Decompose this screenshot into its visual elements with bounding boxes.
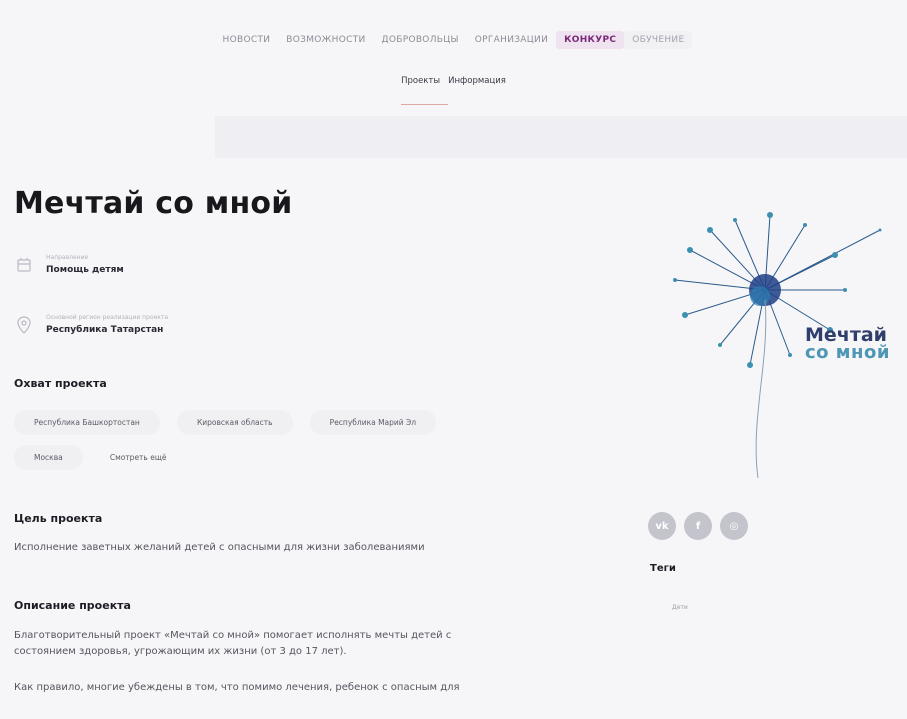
sub-navigation: Проекты Информация <box>0 76 907 105</box>
nav-item-news[interactable]: НОВОСТИ <box>215 31 279 49</box>
category-label: Направление <box>46 254 89 261</box>
nav-item-organizations[interactable]: ОРГАНИЗАЦИИ <box>467 31 556 49</box>
nav-item-education[interactable]: ОБУЧЕНИЕ <box>624 31 693 49</box>
description-line: Благотворительный проект «Мечтай со мной… <box>14 630 452 641</box>
social-links: vk f ◎ <box>648 512 748 540</box>
tag-item[interactable]: Дети <box>672 604 688 611</box>
nav-item-contest[interactable]: КОНКУРС <box>556 31 625 49</box>
description-paragraph-1: Благотворительный проект «Мечтай со мной… <box>14 628 614 660</box>
category-icon <box>14 254 34 276</box>
goal-text: Исполнение заветных желаний детей с опас… <box>14 542 425 553</box>
coverage-chip[interactable]: Республика Башкортостан <box>14 410 160 435</box>
coverage-chip[interactable]: Кировская область <box>176 410 293 435</box>
show-more-link[interactable]: Смотреть ещё <box>100 445 187 470</box>
location-pin-icon <box>14 314 34 336</box>
nav-item-volunteers[interactable]: ДОБРОВОЛЬЦЫ <box>374 31 467 49</box>
description-paragraph-2: Как правило, многие убеждены в том, что … <box>14 682 460 693</box>
facebook-icon[interactable]: f <box>684 512 712 540</box>
region-label: Основной регион реализации проекта <box>46 314 169 321</box>
nav-item-opportunities[interactable]: ВОЗМОЖНОСТИ <box>278 31 373 49</box>
logo-line-2: со мной <box>805 342 890 363</box>
tab-information[interactable]: Информация <box>448 76 506 86</box>
coverage-chip[interactable]: Республика Марий Эл <box>309 410 437 435</box>
coverage-chip[interactable]: Москва <box>14 445 83 470</box>
logo-wordmark: Мечтай со мной <box>805 326 890 362</box>
banner-strip <box>215 116 907 158</box>
goal-heading: Цель проекта <box>14 512 103 525</box>
vk-icon[interactable]: vk <box>648 512 676 540</box>
page-title: Мечтай со мной <box>14 186 293 221</box>
instagram-icon[interactable]: ◎ <box>720 512 748 540</box>
category-value: Помощь детям <box>46 265 124 275</box>
top-navigation: НОВОСТИ ВОЗМОЖНОСТИ ДОБРОВОЛЬЦЫ ОРГАНИЗА… <box>0 28 907 52</box>
tab-projects[interactable]: Проекты <box>401 76 449 105</box>
description-line: состоянием здоровья, угрожающим их жизни… <box>14 646 347 657</box>
coverage-chips: Республика Башкортостан Кировская област… <box>14 410 554 480</box>
coverage-heading: Охват проекта <box>14 377 107 390</box>
tags-heading: Теги <box>650 563 676 574</box>
project-region: Основной регион реализации проекта Респу… <box>14 314 168 336</box>
region-value: Республика Татарстан <box>46 325 164 335</box>
description-heading: Описание проекта <box>14 599 131 612</box>
project-category: Направление Помощь детям <box>14 254 124 276</box>
